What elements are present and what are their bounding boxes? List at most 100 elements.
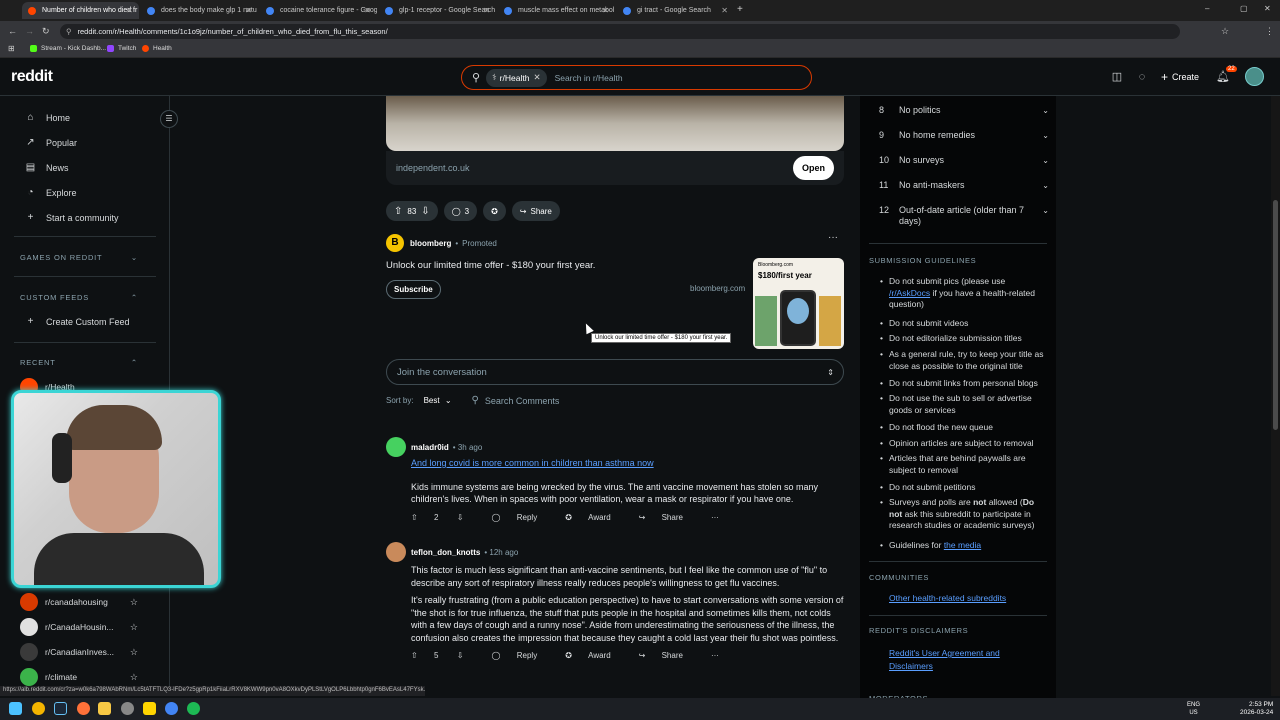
reply-button[interactable]: ◯ Reply: [492, 513, 552, 522]
system-clock[interactable]: 2:53 PM 2026-03-24: [1240, 701, 1273, 717]
browser-tab[interactable]: cocaine tolerance figure - Goog ✕: [260, 2, 377, 19]
promo-domain[interactable]: bloomberg.com: [690, 284, 745, 293]
rule-item[interactable]: 10 No surveys ⌄: [879, 155, 1049, 166]
comments-button[interactable]: ◯ 3: [443, 201, 478, 221]
more-options-icon[interactable]: ···: [711, 651, 719, 660]
bookmark-stream[interactable]: Stream - Kick Dashb...: [30, 45, 106, 52]
award-button[interactable]: ✪ Award: [565, 513, 624, 522]
downvote-icon[interactable]: ⇩: [421, 206, 429, 217]
menu-icon[interactable]: ⋮: [1265, 26, 1274, 37]
recent-canadahousing2[interactable]: r/CanadaHousin... ☆: [20, 618, 138, 636]
rule-item[interactable]: 9 No home remedies ⌄: [879, 130, 1049, 141]
remove-chip-icon[interactable]: ✕: [533, 72, 540, 83]
formatting-icon[interactable]: ⇕: [827, 368, 834, 377]
browser-tab[interactable]: does the body make glp 1 natu ✕: [141, 2, 258, 19]
rule-item[interactable]: 12 Out-of-date article (older than 7 day…: [879, 205, 1049, 227]
search-comments-button[interactable]: ⚲ Search Comments: [472, 395, 560, 406]
article-thumbnail[interactable]: [386, 96, 844, 151]
star-icon[interactable]: ☆: [130, 597, 138, 608]
promo-advertiser[interactable]: bloomberg: [410, 239, 451, 248]
chrome-active-icon[interactable]: [165, 702, 178, 715]
chrome-icon[interactable]: [32, 702, 45, 715]
bookmark-health[interactable]: Health: [142, 45, 172, 52]
upvote-icon[interactable]: ⇧: [411, 513, 418, 522]
forward-icon[interactable]: →: [25, 26, 34, 36]
recent-toggle[interactable]: RECENT ⌃: [20, 358, 138, 367]
spotify-icon[interactable]: [187, 702, 200, 715]
folder-icon[interactable]: [98, 702, 111, 715]
reddit-logo[interactable]: reddit: [11, 68, 53, 86]
upvote-icon[interactable]: ⇧: [411, 651, 418, 660]
more-options-icon[interactable]: ···: [711, 513, 719, 522]
rule-item[interactable]: 8 No politics ⌄: [879, 105, 1049, 116]
browser-tab[interactable]: glp-1 receptor - Google Search ✕: [379, 2, 496, 19]
disclaimers-link[interactable]: Reddit's User Agreement and Disclaimers: [889, 647, 1029, 673]
close-tab-icon[interactable]: ✕: [364, 6, 371, 15]
nav-news[interactable]: ▤ News: [24, 162, 69, 173]
comment-username[interactable]: maladr0id: [411, 443, 449, 452]
nav-start-community[interactable]: + Start a community: [24, 212, 119, 223]
search-input[interactable]: [554, 72, 755, 83]
rule-item[interactable]: 11 No anti-maskers ⌄: [879, 180, 1049, 191]
bookmark-star-icon[interactable]: ☆: [1221, 26, 1229, 37]
scrollbar-thumb[interactable]: [1273, 200, 1278, 430]
upvote-icon[interactable]: ⇧: [394, 206, 402, 217]
commenter-avatar[interactable]: [386, 542, 406, 562]
close-tab-icon[interactable]: ✕: [126, 6, 133, 15]
other-subreddits-link[interactable]: Other health-related subreddits: [889, 593, 1006, 603]
promo-title[interactable]: Unlock our limited time offer - $180 you…: [386, 260, 595, 271]
settings-icon[interactable]: [121, 702, 134, 715]
notes-icon[interactable]: [143, 702, 156, 715]
share-button[interactable]: ↪ Share: [639, 513, 697, 522]
share-button[interactable]: ↪ Share: [511, 201, 560, 221]
close-tab-icon[interactable]: ✕: [245, 6, 252, 15]
notification-icon[interactable]: 🔔︎: [1216, 70, 1230, 84]
chat-icon[interactable]: ◌: [1135, 70, 1149, 84]
recent-canadahousing[interactable]: r/canadahousing ☆: [20, 593, 138, 611]
collapse-sidebar-button[interactable]: ☰: [160, 110, 178, 128]
promo-image[interactable]: Bloomberg.com $180/first year: [753, 258, 844, 349]
downvote-icon[interactable]: ⇩: [457, 513, 464, 522]
browser-tab[interactable]: muscle mass effect on metabol ✕: [498, 2, 615, 19]
address-bar[interactable]: ⚲ reddit.com/r/Health/comments/1c1o9jz/n…: [60, 24, 1180, 39]
new-tab-button[interactable]: +: [737, 4, 743, 15]
close-window-button[interactable]: ✕: [1264, 4, 1271, 13]
create-button[interactable]: + Create: [1161, 70, 1199, 84]
join-conversation-input[interactable]: Join the conversation ⇕: [386, 359, 844, 385]
steam-icon[interactable]: [54, 702, 67, 715]
sort-dropdown[interactable]: Best ⌄: [424, 396, 452, 405]
search-bar[interactable]: ⚲ ⚕ r/Health ✕: [461, 65, 812, 90]
article-link-bar[interactable]: independent.co.uk Open: [386, 151, 844, 185]
subscribe-button[interactable]: Subscribe: [386, 280, 441, 299]
games-section-toggle[interactable]: GAMES ON REDDIT ⌄: [20, 253, 138, 262]
maximize-button[interactable]: ▢: [1240, 4, 1248, 13]
media-guidelines-link[interactable]: the media: [944, 540, 981, 550]
firefox-icon[interactable]: [77, 702, 90, 715]
apps-icon[interactable]: ⊞: [8, 44, 15, 53]
award-button[interactable]: ✪: [483, 201, 506, 221]
downvote-icon[interactable]: ⇩: [457, 651, 464, 660]
recent-canadianinvestor[interactable]: r/CanadianInves... ☆: [20, 643, 138, 661]
nav-home[interactable]: ⌂ Home: [24, 112, 70, 123]
browser-tab[interactable]: gi tract - Google Search ✕: [617, 2, 734, 19]
back-icon[interactable]: ←: [8, 26, 17, 36]
site-info-icon[interactable]: ⚲: [66, 27, 72, 36]
create-custom-feed[interactable]: + Create Custom Feed: [24, 316, 130, 327]
nav-explore[interactable]: ◔ Explore: [24, 187, 76, 198]
reply-button[interactable]: ◯ Reply: [492, 651, 552, 660]
star-icon[interactable]: ☆: [130, 622, 138, 633]
share-button[interactable]: ↪ Share: [639, 651, 697, 660]
recent-climate[interactable]: r/climate ☆: [20, 668, 138, 686]
reload-icon[interactable]: ↻: [42, 26, 50, 37]
windows-start-icon[interactable]: [9, 702, 22, 715]
subreddit-chip[interactable]: ⚕ r/Health ✕: [486, 68, 547, 87]
language-indicator[interactable]: ENG US: [1187, 701, 1200, 717]
close-tab-icon[interactable]: ✕: [721, 6, 728, 15]
star-icon[interactable]: ☆: [130, 647, 138, 658]
browser-tab[interactable]: Number of children who died fr ✕: [22, 2, 139, 19]
advertise-icon[interactable]: ◫: [1110, 70, 1124, 84]
custom-feeds-toggle[interactable]: CUSTOM FEEDS ⌃: [20, 293, 138, 302]
close-tab-icon[interactable]: ✕: [602, 6, 609, 15]
nav-popular[interactable]: ↗ Popular: [24, 137, 77, 148]
award-button[interactable]: ✪ Award: [565, 651, 624, 660]
